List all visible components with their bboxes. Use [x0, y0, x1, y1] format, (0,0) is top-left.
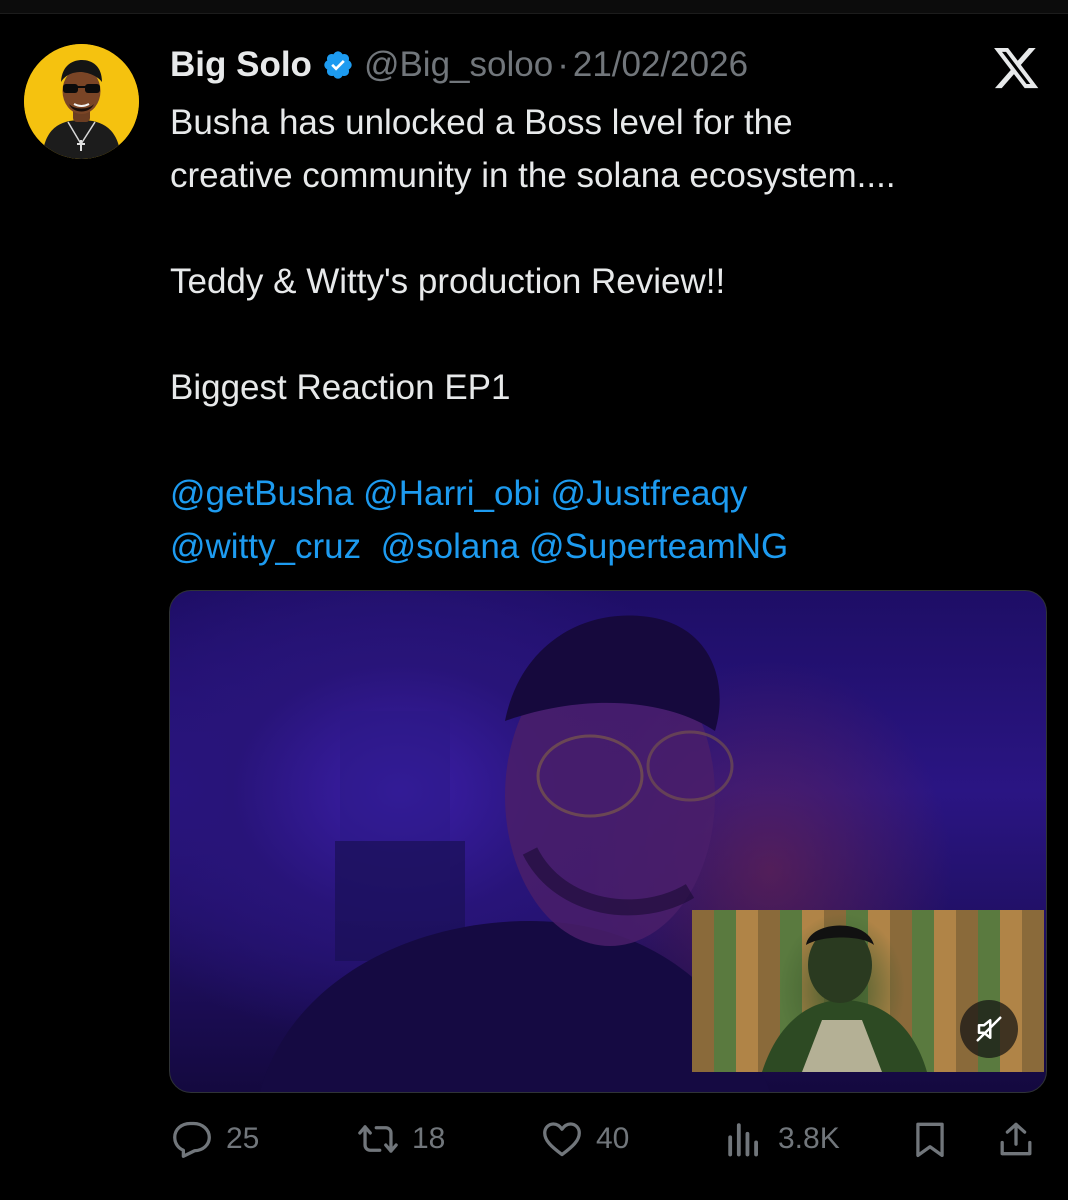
like-button[interactable]: 40: [540, 1112, 629, 1166]
header-separator: ·: [557, 45, 569, 84]
verified-badge-icon: [322, 49, 354, 81]
avatar-illustration: [24, 44, 139, 159]
repost-icon: [358, 1125, 398, 1153]
tweet-text-line: Busha has unlocked a Boss level for the: [170, 103, 793, 142]
like-count: 40: [596, 1122, 630, 1155]
views-button[interactable]: 3.8K: [722, 1112, 840, 1166]
mute-toggle-button[interactable]: [960, 1000, 1018, 1058]
repost-count: 18: [412, 1122, 446, 1155]
tweet-date[interactable]: 21/02/2026: [573, 45, 748, 85]
repost-button[interactable]: 18: [356, 1112, 445, 1166]
reply-icon: [173, 1121, 211, 1158]
tweet-body: Busha has unlocked a Boss level for the …: [170, 96, 1050, 573]
reply-count: 25: [226, 1122, 260, 1155]
mentions-line: @witty_cruz @solana @SuperteamNG: [170, 520, 1050, 573]
bookmark-icon: [916, 1122, 944, 1158]
reply-button[interactable]: 25: [170, 1112, 259, 1166]
picture-in-picture-overlay: [692, 910, 1044, 1072]
video-player[interactable]: [169, 590, 1047, 1093]
tweet-text-line: Biggest Reaction EP1: [170, 368, 511, 407]
avatar[interactable]: [24, 44, 139, 159]
volume-muted-icon: [976, 1016, 1002, 1042]
top-divider: [0, 0, 1068, 14]
bookmark-button[interactable]: [910, 1112, 950, 1166]
mentions-line: @getBusha @Harri_obi @Justfreaqy: [170, 467, 1050, 520]
heart-icon: [543, 1122, 581, 1157]
tweet-text-line: creative community in the solana ecosyst…: [170, 156, 896, 195]
view-count: 3.8K: [778, 1122, 840, 1155]
share-icon: [1000, 1122, 1032, 1156]
tweet-actions: 25 18 40 3.8K: [170, 1112, 1040, 1166]
share-button[interactable]: [996, 1112, 1036, 1166]
analytics-icon: [728, 1123, 758, 1157]
mention-link[interactable]: @SuperteamNG: [529, 527, 788, 566]
author-handle[interactable]: @Big_soloo: [364, 45, 553, 85]
mention-link[interactable]: @witty_cruz: [170, 527, 361, 566]
x-logo-icon[interactable]: [994, 48, 1040, 90]
author-display-name[interactable]: Big Solo: [170, 45, 312, 85]
tweet-header: Big Solo @Big_soloo · 21/02/2026: [170, 40, 748, 90]
mention-link[interactable]: @Justfreaqy: [550, 474, 747, 513]
tweet-text-line: Teddy & Witty's production Review!!: [170, 262, 726, 301]
mention-link[interactable]: @Harri_obi: [363, 474, 541, 513]
mention-link[interactable]: @solana: [381, 527, 520, 566]
mention-link[interactable]: @getBusha: [170, 474, 353, 513]
